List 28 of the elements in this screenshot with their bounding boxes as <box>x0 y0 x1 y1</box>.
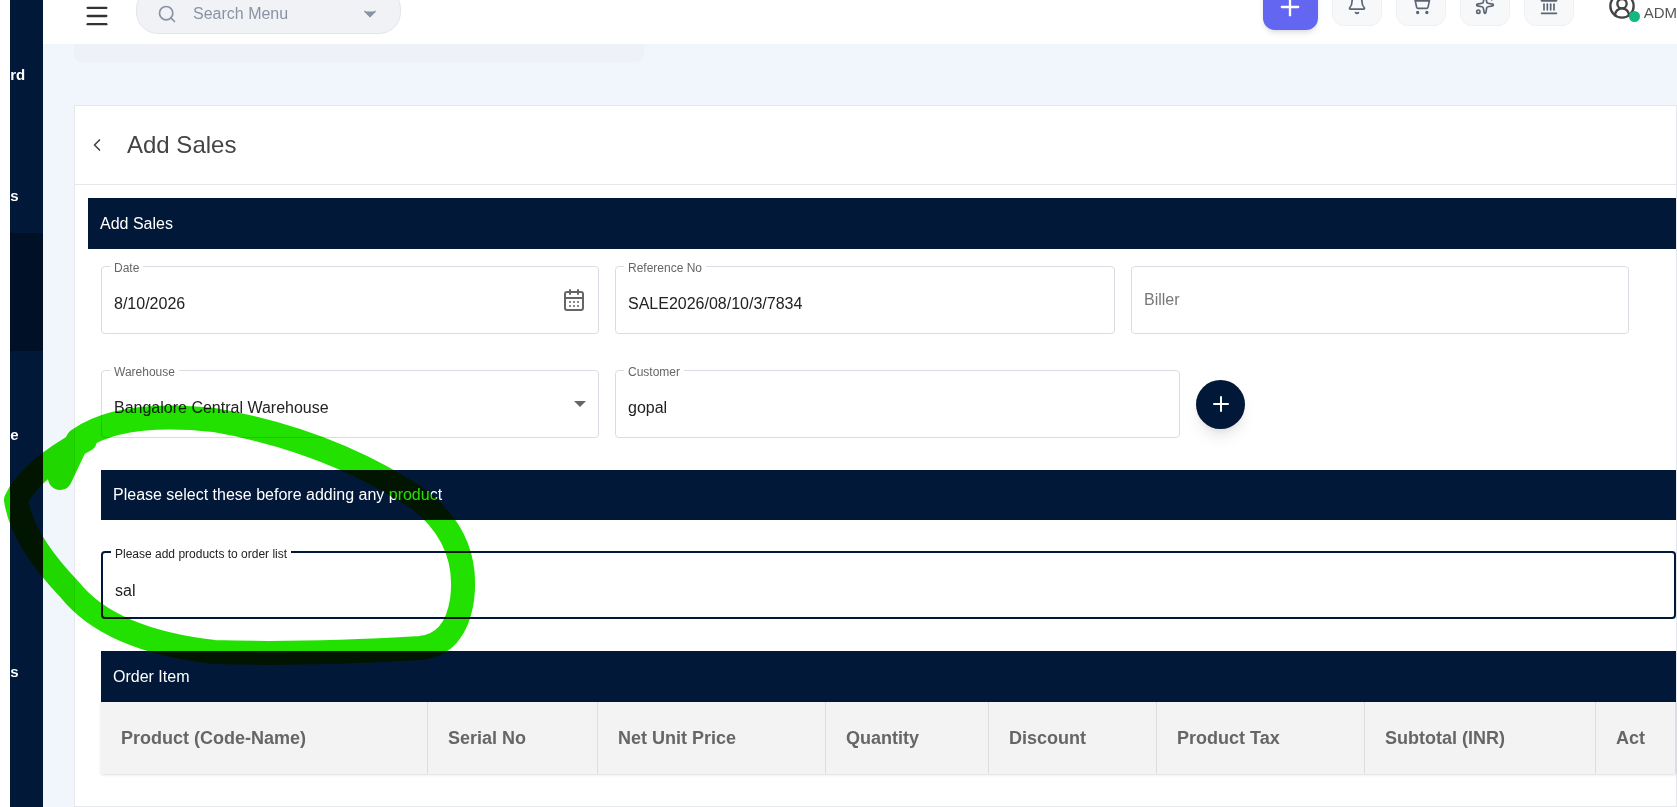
table-title-bar: Order Item <box>101 651 1676 702</box>
column-header: Product (Code-Name) <box>101 702 428 774</box>
field-placeholder: Biller <box>1144 290 1181 310</box>
field-value: 8/10/2026 <box>114 294 187 314</box>
input-field[interactable]: Biller <box>1131 266 1629 334</box>
field-value: SALE2026/08/10/3/7834 <box>628 294 804 314</box>
field-value: gopal <box>628 398 669 418</box>
add-customer-button[interactable] <box>1196 379 1245 429</box>
column-header: Product Tax <box>1157 702 1365 774</box>
column-header: Serial No <box>428 702 598 774</box>
notice-banner: Please select these before adding any product <box>101 470 1676 520</box>
bell-icon <box>1346 0 1367 15</box>
field-value: sal <box>115 581 136 601</box>
search-placeholder: Search Menu <box>193 4 290 24</box>
calendar-icon[interactable] <box>562 288 586 312</box>
section-header: Add Sales <box>88 198 1676 249</box>
sparkle-icon <box>1474 0 1495 15</box>
column-header: Discount <box>989 702 1157 774</box>
column-header: Subtotal (INR) <box>1365 702 1596 774</box>
page-title: Add Sales <box>127 130 237 160</box>
column-header: Quantity <box>826 702 989 774</box>
dropdown-caret-icon[interactable] <box>574 401 586 407</box>
avatar-icon[interactable] <box>1607 0 1636 20</box>
search-icon <box>157 4 177 24</box>
user-role: ADM <box>1643 3 1677 23</box>
column-header: Net Unit Price <box>598 702 826 774</box>
column-header: Act <box>1596 702 1676 774</box>
building-icon <box>1538 0 1559 15</box>
